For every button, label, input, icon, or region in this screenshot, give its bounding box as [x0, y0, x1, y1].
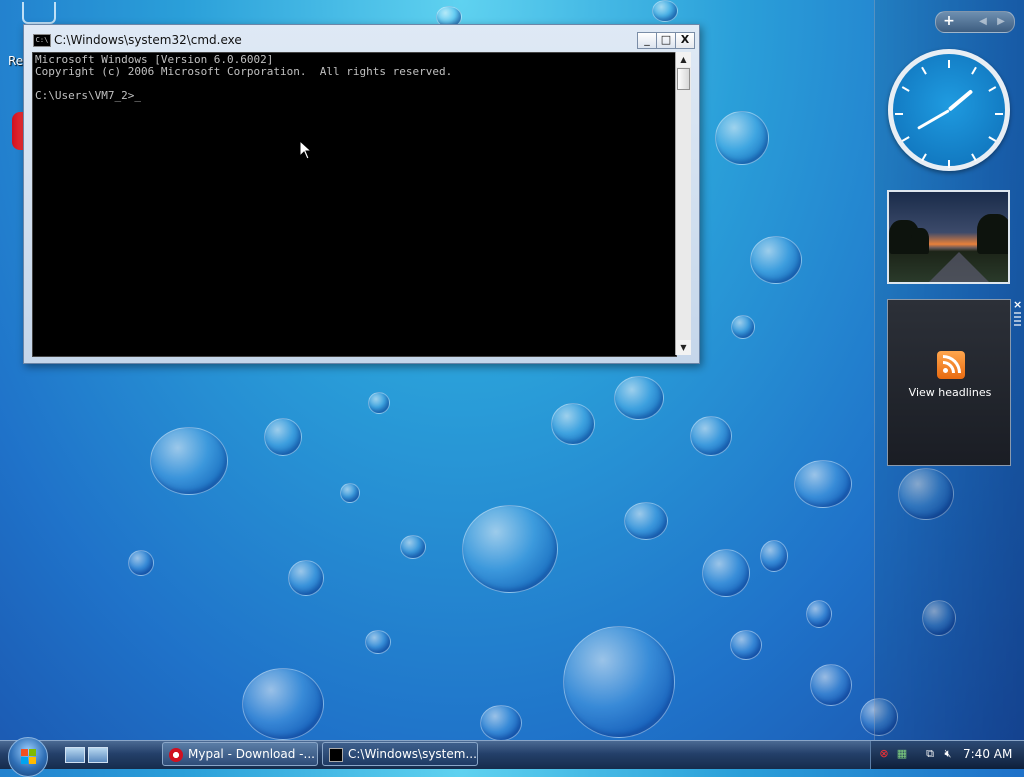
scroll-up-arrow-icon[interactable]: ▲: [676, 52, 691, 67]
gadget-close-icon[interactable]: ×: [1013, 298, 1022, 311]
security-alert-icon[interactable]: ⊗: [877, 747, 891, 761]
wallpaper-bubble: [400, 535, 426, 559]
notification-area: ⊗ ▦ ⧉ 🔇︎ 7:40 AM: [870, 741, 1024, 769]
wallpaper-bubble: [750, 236, 802, 284]
cmd-icon: [329, 747, 343, 762]
wallpaper-bubble: [760, 540, 788, 572]
vertical-scrollbar[interactable]: ▲ ▼: [675, 52, 691, 355]
console-area[interactable]: Microsoft Windows [Version 6.0.6002] Cop…: [32, 52, 677, 357]
clock-hour-hand: [947, 89, 974, 112]
window-titlebar[interactable]: C:\ C:\Windows\system32\cmd.exe _ □ X: [30, 31, 695, 49]
slideshow-gadget[interactable]: [887, 190, 1010, 284]
windows-update-icon[interactable]: ▦: [895, 747, 909, 761]
show-desktop-icon[interactable]: [65, 747, 85, 763]
window-title: C:\Windows\system32\cmd.exe: [54, 33, 242, 47]
wallpaper-bubble: [624, 502, 668, 540]
wallpaper-bubble: [462, 505, 558, 593]
system-clock[interactable]: 7:40 AM: [963, 747, 1012, 761]
wallpaper-bubble: [340, 483, 360, 503]
wallpaper-bubble: [810, 664, 852, 706]
scroll-thumb[interactable]: [677, 68, 690, 90]
wallpaper-bubble: [551, 403, 595, 445]
cmd-icon: C:\: [33, 34, 51, 47]
wallpaper-bubble: [652, 0, 678, 22]
wallpaper-bubble: [288, 560, 324, 596]
wallpaper-bubble: [794, 460, 852, 508]
wallpaper-bubble: [614, 376, 664, 420]
wallpaper-bubble: [702, 549, 750, 597]
add-gadget-button[interactable]: +: [936, 12, 962, 32]
close-button[interactable]: X: [675, 32, 695, 49]
wallpaper-bubble: [150, 427, 228, 495]
volume-muted-icon[interactable]: 🔇︎: [941, 747, 955, 761]
mouse-pointer-icon: [299, 140, 313, 160]
rss-feed-icon: [937, 351, 965, 379]
clock-minute-hand: [917, 109, 950, 130]
start-button[interactable]: [8, 737, 48, 777]
mypal-browser-icon: [169, 747, 183, 762]
taskbar-button-label: Mypal - Download -...: [188, 747, 315, 761]
gadget-drag-handle-icon[interactable]: [1014, 312, 1021, 328]
cmd-window[interactable]: C:\ C:\Windows\system32\cmd.exe _ □ X Mi…: [23, 24, 700, 364]
next-gadget-icon[interactable]: ▶: [992, 12, 1010, 32]
wallpaper-bubble: [715, 111, 769, 165]
clock-gadget[interactable]: [888, 49, 1010, 171]
network-icon[interactable]: ⧉: [923, 747, 937, 761]
recycle-bin-icon[interactable]: [22, 2, 56, 24]
maximize-button[interactable]: □: [656, 32, 676, 49]
switch-windows-icon[interactable]: [88, 747, 108, 763]
console-text: Microsoft Windows [Version 6.0.6002] Cop…: [35, 53, 453, 102]
taskbar: Mypal - Download -... C:\Windows\system.…: [0, 737, 1024, 777]
wallpaper-bubble: [264, 418, 302, 456]
wallpaper-bubble: [730, 630, 762, 660]
taskbar-button-mypal[interactable]: Mypal - Download -...: [162, 742, 318, 766]
wallpaper-bubble: [563, 626, 675, 738]
previous-gadget-icon[interactable]: ◀: [974, 12, 992, 32]
wallpaper-bubble: [128, 550, 154, 576]
wallpaper-bubble: [368, 392, 390, 414]
taskbar-button-cmd[interactable]: C:\Windows\system...: [322, 742, 478, 766]
view-headlines-label[interactable]: View headlines: [888, 386, 1012, 399]
recycle-bin-label[interactable]: Re: [8, 54, 23, 68]
taskbar-button-label: C:\Windows\system...: [348, 747, 477, 761]
minimize-button[interactable]: _: [637, 32, 657, 49]
wallpaper-bubble: [480, 705, 522, 741]
wallpaper-bubble: [806, 600, 832, 628]
wallpaper-bubble: [690, 416, 732, 456]
feed-headlines-gadget[interactable]: View headlines: [887, 299, 1011, 466]
wallpaper-bubble: [242, 668, 324, 740]
sidebar-controls: + ◀ ▶: [935, 11, 1015, 33]
wallpaper-bubble: [365, 630, 391, 654]
scroll-down-arrow-icon[interactable]: ▼: [676, 340, 691, 355]
wallpaper-bubble: [731, 315, 755, 339]
windows-logo-icon: [21, 749, 37, 765]
